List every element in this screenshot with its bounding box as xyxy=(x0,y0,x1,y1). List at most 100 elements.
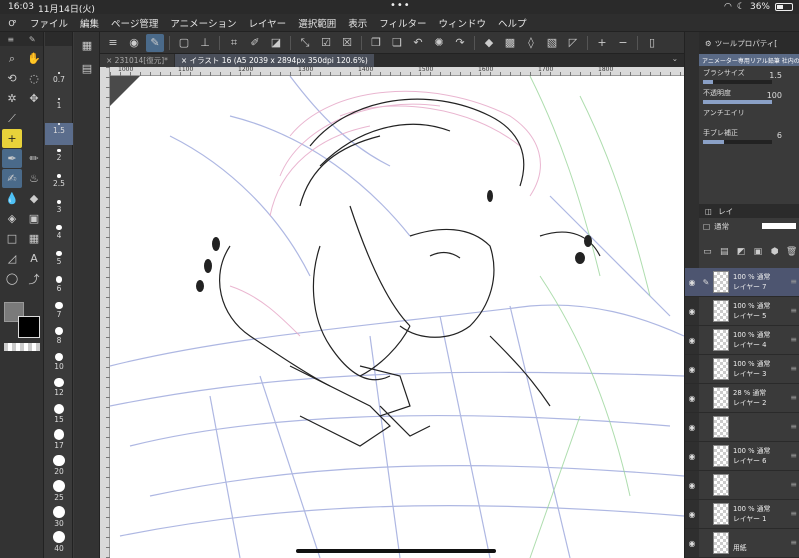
drag-handle-icon[interactable]: ≡ xyxy=(790,451,797,460)
antialias-row[interactable]: アンチエイリ xyxy=(699,106,799,126)
clip-icon[interactable]: ▣ xyxy=(750,247,767,257)
tab-document-2[interactable]: × イラスト 16 (A5 2039 x 2894px 350dpi 120.6… xyxy=(174,54,374,67)
home-indicator[interactable] xyxy=(296,549,496,553)
loading-icon[interactable]: ✺ xyxy=(430,34,448,52)
new-layer-icon[interactable]: ▭ xyxy=(699,247,716,257)
drag-handle-icon[interactable]: ≡ xyxy=(790,509,797,518)
zoom-icon[interactable]: ⌕ xyxy=(2,49,22,68)
layer-row[interactable]: ◉ 100 % 通常 レイヤー 1 ≡ xyxy=(685,500,799,529)
pencil-icon[interactable]: ✏ xyxy=(24,149,44,168)
image-icon[interactable]: ▩ xyxy=(501,34,519,52)
layer-row[interactable]: ◉ 用紙 ≡ xyxy=(685,529,799,558)
text-icon[interactable]: A xyxy=(24,249,44,268)
brush-size-slider[interactable] xyxy=(703,80,772,84)
menu-icon[interactable]: ≡ xyxy=(7,35,14,44)
sub-color-swatch[interactable] xyxy=(18,316,40,338)
transparent-color-swatch[interactable] xyxy=(4,343,40,351)
drag-handle-icon[interactable]: ≡ xyxy=(790,364,797,373)
menu-view[interactable]: 表示 xyxy=(342,16,373,30)
menu-edit[interactable]: 編集 xyxy=(74,16,105,30)
menu-page[interactable]: ページ管理 xyxy=(105,16,164,30)
brush-size-option[interactable]: 8 xyxy=(45,327,73,349)
brush-size-option[interactable]: 1 xyxy=(45,97,73,120)
undo-icon[interactable]: ↶ xyxy=(409,34,427,52)
menu-window[interactable]: ウィンドウ xyxy=(433,16,493,30)
fill-icon[interactable]: ◈ xyxy=(2,209,22,228)
menu-animation[interactable]: アニメーション xyxy=(164,16,242,30)
select-all-icon[interactable]: ☑ xyxy=(317,34,335,52)
ref-icon[interactable]: ⬢ xyxy=(766,247,783,257)
save-icon[interactable]: ▤ xyxy=(77,59,97,78)
eye-icon[interactable]: ◉ xyxy=(685,336,699,345)
layer-row[interactable]: ◉ 28 % 通常 レイヤー 2 ≡ xyxy=(685,384,799,413)
brush-size-option[interactable]: 6 xyxy=(45,276,73,298)
brush-size-option[interactable]: 7 xyxy=(45,301,73,324)
brush-size-option[interactable]: 17 xyxy=(45,429,73,451)
eyedropper-icon[interactable]: ⟋ xyxy=(2,109,22,128)
gradient-icon[interactable]: ▣ xyxy=(24,209,44,228)
app-logo-icon[interactable]: ꝍ xyxy=(0,15,24,30)
tab-document-1[interactable]: × 231014[復元]* xyxy=(100,54,174,67)
drag-handle-icon[interactable]: ≡ xyxy=(790,422,797,431)
brush-size-option[interactable]: 25 xyxy=(45,480,73,502)
draw-icon[interactable]: ✐ xyxy=(246,34,264,52)
folder-icon[interactable]: ▤ xyxy=(716,247,733,257)
eye-icon[interactable]: ◉ xyxy=(685,539,699,548)
layer-mask-icon[interactable]: ▧ xyxy=(543,34,561,52)
balloon-icon[interactable]: ◯ xyxy=(2,269,22,288)
hand-icon[interactable]: ✋ xyxy=(24,49,44,68)
drag-handle-icon[interactable]: ≡ xyxy=(790,538,797,547)
drag-handle-icon[interactable]: ≡ xyxy=(790,480,797,489)
layer-row[interactable]: ◉ 100 % 通常 レイヤー 4 ≡ xyxy=(685,326,799,355)
ruler-snap-icon[interactable]: ◸ xyxy=(564,34,582,52)
ruler-icon[interactable]: ◿ xyxy=(2,249,22,268)
redo-icon[interactable]: ↷ xyxy=(451,34,469,52)
eraser-icon[interactable]: ◆ xyxy=(24,189,44,208)
brush-size-row[interactable]: ブラシサイズ 1.5 xyxy=(699,66,799,86)
layer-row[interactable]: ◉ ≡ xyxy=(685,413,799,442)
opacity-slider[interactable] xyxy=(703,100,772,104)
add-icon[interactable]: + xyxy=(593,34,611,52)
frame-icon[interactable]: ▦ xyxy=(24,229,44,248)
stabilization-row[interactable]: 手ブレ補正 6 xyxy=(699,126,799,146)
crop-icon[interactable]: ⌗ xyxy=(225,34,243,52)
figure-icon[interactable]: □ xyxy=(2,229,22,248)
copy-icon[interactable]: ❐ xyxy=(367,34,385,52)
menu-filter[interactable]: フィルター xyxy=(373,16,432,30)
pen-tab-icon[interactable]: ✎ xyxy=(29,35,36,44)
menu-selection[interactable]: 選択範囲 xyxy=(292,16,342,30)
canvas-area[interactable] xyxy=(110,76,684,558)
color-fill-icon[interactable]: ◆ xyxy=(480,34,498,52)
eye-icon[interactable]: ◉ xyxy=(685,365,699,374)
fill-selection-icon[interactable]: ◪ xyxy=(267,34,285,52)
paste-icon[interactable]: ❏ xyxy=(388,34,406,52)
drag-handle-icon[interactable]: ≡ xyxy=(790,393,797,402)
brush-size-option[interactable]: 0.7 xyxy=(45,72,73,94)
drag-handle-icon[interactable]: ≡ xyxy=(790,306,797,315)
brush-size-option[interactable]: 20 xyxy=(45,454,73,477)
brush-size-option[interactable]: 15 xyxy=(45,403,73,426)
shield-icon[interactable]: ◊ xyxy=(522,34,540,52)
grid-icon[interactable]: ▦ xyxy=(77,36,97,55)
layer-row[interactable]: ◉ 100 % 通常 レイヤー 5 ≡ xyxy=(685,297,799,326)
stamp-icon[interactable]: ⊥ xyxy=(196,34,214,52)
drag-handle-icon[interactable]: ≡ xyxy=(790,335,797,344)
transform-icon[interactable]: ⤡ xyxy=(296,34,314,52)
eye-icon[interactable]: ◉ xyxy=(685,423,699,432)
brush-size-option[interactable]: 30 xyxy=(45,505,73,528)
layer-row[interactable]: ◉ 100 % 通常 レイヤー 6 ≡ xyxy=(685,442,799,471)
mask-icon[interactable]: ◩ xyxy=(733,247,750,257)
minus-icon[interactable]: − xyxy=(614,34,632,52)
brush-size-option[interactable]: 4 xyxy=(45,225,73,247)
brush-size-option[interactable]: 1.5 xyxy=(45,123,73,145)
auto-select-icon[interactable]: ✲ xyxy=(2,89,22,108)
pen-icon[interactable]: ✒ xyxy=(2,149,22,168)
correct-line-icon[interactable]: ⤴ xyxy=(24,269,44,288)
rotate-icon[interactable]: ⟲ xyxy=(2,69,22,88)
clear-icon[interactable]: ▢ xyxy=(175,34,193,52)
brush-size-option[interactable]: 2 xyxy=(45,148,73,171)
brush-icon[interactable]: ✍ xyxy=(2,169,22,188)
menu-file[interactable]: ファイル xyxy=(24,16,74,30)
layer-row[interactable]: ◉ ≡ xyxy=(685,471,799,500)
eye-icon[interactable]: ◉ xyxy=(685,278,699,287)
